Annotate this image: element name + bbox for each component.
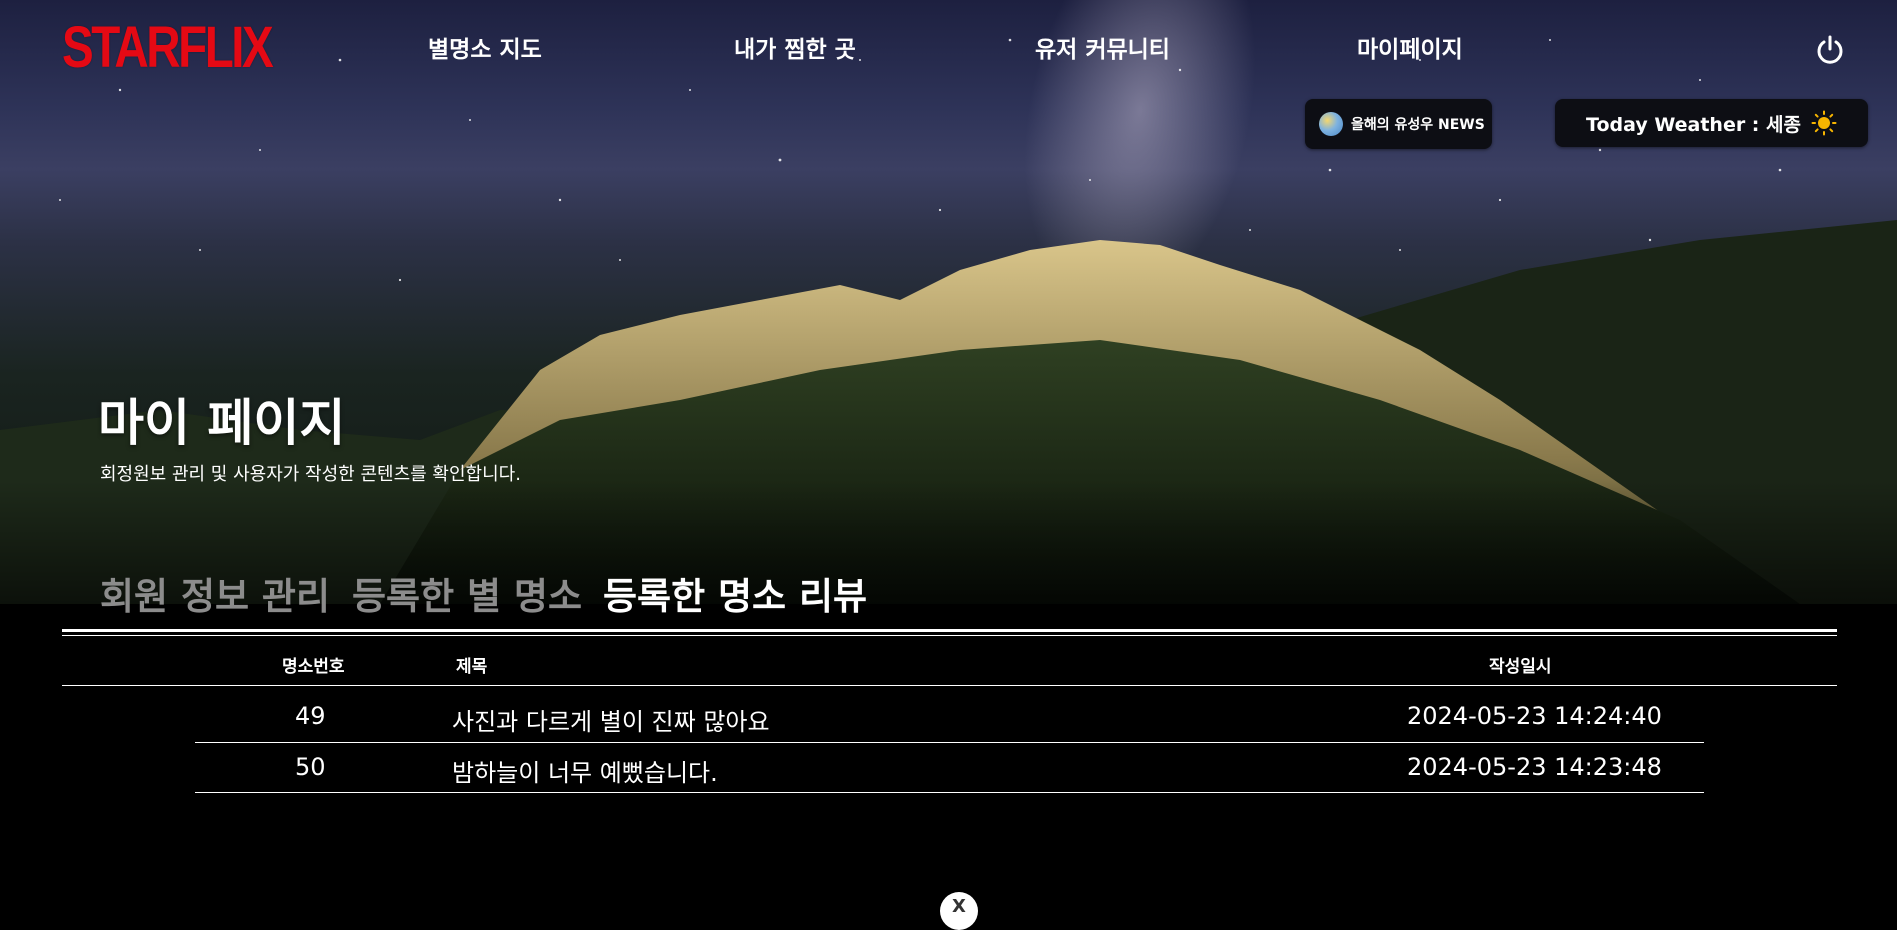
tab-member-info[interactable]: 회원 정보 관리: [100, 566, 330, 620]
nav-item-favorites[interactable]: 내가 찜한 곳: [734, 30, 856, 64]
meteor-news-label: 올해의 유성우 NEWS: [1351, 117, 1485, 133]
nav-item-mypage[interactable]: 마이페이지: [1357, 30, 1463, 64]
table-top-border: [62, 629, 1837, 632]
column-header-number: 명소번호: [282, 657, 345, 677]
row-number: 50: [295, 753, 326, 781]
nav-item-star-map[interactable]: 별명소 지도: [428, 30, 542, 64]
row-title[interactable]: 밤하늘이 너무 예뻤습니다.: [452, 753, 718, 788]
page-subtitle: 회정원보 관리 및 사용자가 작성한 콘텐츠를 확인합니다.: [100, 464, 521, 485]
sun-icon: [1811, 110, 1837, 136]
table-header-divider: [62, 685, 1837, 686]
tab-registered-spots[interactable]: 등록한 별 명소: [352, 566, 582, 620]
column-header-date: 작성일시: [1489, 657, 1552, 677]
row-divider: [195, 742, 1704, 743]
table-top-border-thin: [62, 635, 1837, 636]
page-title: 마이 페이지: [98, 394, 346, 452]
row-title[interactable]: 사진과 다르게 별이 진짜 많아요: [452, 702, 770, 737]
row-number: 49: [295, 702, 326, 730]
row-divider: [195, 792, 1704, 793]
hero-background: [0, 0, 1897, 604]
nav-item-community[interactable]: 유저 커뮤니티: [1035, 30, 1170, 64]
main-nav: 별명소 지도 내가 찜한 곳 유저 커뮤니티 마이페이지: [0, 30, 1897, 70]
floating-x-button[interactable]: X: [940, 892, 978, 930]
column-header-title: 제목: [456, 657, 488, 677]
weather-widget[interactable]: Today Weather : 세종: [1555, 99, 1868, 147]
row-date: 2024-05-23 14:23:48: [1407, 753, 1662, 781]
power-icon[interactable]: [1814, 34, 1846, 66]
mountain-night-sky-image: [0, 0, 1897, 604]
tab-spot-reviews[interactable]: 등록한 명소 리뷰: [603, 566, 867, 620]
weather-label: Today Weather : 세종: [1586, 113, 1801, 136]
meteor-news-button[interactable]: 올해의 유성우 NEWS: [1305, 99, 1492, 149]
row-date: 2024-05-23 14:24:40: [1407, 702, 1662, 730]
globe-icon: [1319, 112, 1343, 136]
